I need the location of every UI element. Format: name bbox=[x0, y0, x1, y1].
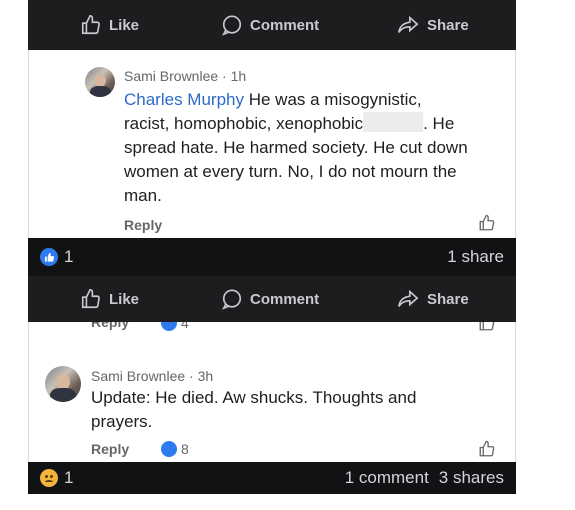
comment-line-1: Charles Murphy He was a misogynistic, bbox=[124, 88, 509, 112]
first-stats-bar: 1 1 share bbox=[28, 238, 516, 276]
top-action-bar: Like Comment Share bbox=[28, 0, 516, 50]
share-icon bbox=[398, 15, 419, 33]
second-comment-panel: Reply 4 Sami Brownlee · 3h Update: He di… bbox=[28, 322, 516, 462]
reply-button-partial[interactable]: Reply bbox=[91, 322, 129, 330]
thumbs-up-icon[interactable] bbox=[478, 440, 496, 458]
sad-reaction-icon bbox=[40, 469, 58, 487]
comment-line-3: spread hate. He harmed society. He cut d… bbox=[124, 138, 468, 157]
bottom-action-bar: Like Comment Share bbox=[28, 276, 516, 322]
like-label: Like bbox=[109, 16, 140, 34]
comment-time[interactable]: · 1h bbox=[222, 68, 246, 84]
comment-label: Comment bbox=[250, 16, 320, 34]
thumbs-up-icon bbox=[81, 15, 100, 35]
thumbs-up-icon[interactable] bbox=[478, 322, 496, 332]
first-comment-panel: Sami Brownlee · 1h Charles Murphy He was… bbox=[28, 50, 516, 238]
share-icon bbox=[398, 289, 419, 307]
second-stats-bar: 1 1 comment 3 shares bbox=[28, 462, 516, 494]
thumbs-up-icon[interactable] bbox=[478, 214, 496, 232]
redaction-block bbox=[363, 112, 424, 132]
like-count: 1 bbox=[64, 247, 74, 266]
share-count[interactable]: 3 shares bbox=[439, 468, 504, 488]
comment-meta: Sami Brownlee · 1h bbox=[124, 68, 246, 84]
reaction-summary[interactable]: 1 bbox=[40, 462, 73, 494]
like-reaction-icon bbox=[40, 248, 58, 266]
share-count[interactable]: 1 share bbox=[447, 238, 504, 276]
comment-count[interactable]: 1 comment bbox=[345, 468, 429, 488]
avatar[interactable] bbox=[45, 366, 81, 402]
avatar[interactable] bbox=[85, 67, 115, 97]
reaction-count: 8 bbox=[161, 441, 189, 457]
share-button[interactable]: Share bbox=[396, 276, 469, 322]
mention-link[interactable]: Charles Murphy bbox=[124, 90, 244, 109]
sad-count: 1 bbox=[64, 468, 74, 487]
like-label: Like bbox=[109, 290, 140, 308]
comment-line-2-end: . He bbox=[423, 114, 455, 133]
thumbs-up-icon bbox=[81, 289, 100, 309]
comment-line-4: women at every turn. No, I do not mourn … bbox=[124, 162, 457, 181]
comment-line-2-text: racist, homophobic, xenophobic bbox=[124, 114, 364, 133]
author-name[interactable]: Sami Brownlee bbox=[91, 368, 185, 384]
comment-line-1-text: He was a misogynistic, bbox=[244, 90, 422, 109]
like-reaction-icon bbox=[161, 441, 177, 457]
like-reaction-icon bbox=[161, 322, 177, 331]
comment-meta: Sami Brownlee · 3h bbox=[91, 368, 213, 384]
comment-icon bbox=[222, 15, 242, 36]
comment-line-5: man. bbox=[124, 186, 162, 205]
like-button[interactable]: Like bbox=[80, 276, 139, 322]
comment-time[interactable]: · 3h bbox=[189, 368, 213, 384]
comment-label: Comment bbox=[250, 290, 320, 308]
post-stats: 1 comment 3 shares bbox=[345, 462, 504, 494]
reaction-summary[interactable]: 1 bbox=[40, 238, 73, 276]
like-button[interactable]: Like bbox=[80, 0, 139, 50]
share-label: Share bbox=[427, 290, 469, 308]
comment-line-2: racist, homophobic, xenophobic . He bbox=[124, 112, 509, 136]
reply-button[interactable]: Reply bbox=[91, 441, 129, 457]
share-button[interactable]: Share bbox=[396, 0, 469, 50]
author-name[interactable]: Sami Brownlee bbox=[124, 68, 218, 84]
comment-button[interactable]: Comment bbox=[221, 276, 319, 322]
partial-reaction-number: 4 bbox=[181, 322, 189, 331]
reaction-number: 8 bbox=[181, 441, 189, 457]
partial-reaction-count: 4 bbox=[161, 322, 189, 331]
share-label: Share bbox=[427, 16, 469, 34]
reply-button[interactable]: Reply bbox=[124, 217, 162, 233]
comment-text: Update: He died. Aw shucks. Thoughts and… bbox=[91, 386, 501, 434]
comment-icon bbox=[222, 289, 242, 310]
comment-button[interactable]: Comment bbox=[221, 0, 319, 50]
comment-line-2: prayers. bbox=[91, 412, 153, 431]
comment-text: Charles Murphy He was a misogynistic, ra… bbox=[124, 88, 509, 208]
comment-line-1: Update: He died. Aw shucks. Thoughts and bbox=[91, 388, 417, 407]
